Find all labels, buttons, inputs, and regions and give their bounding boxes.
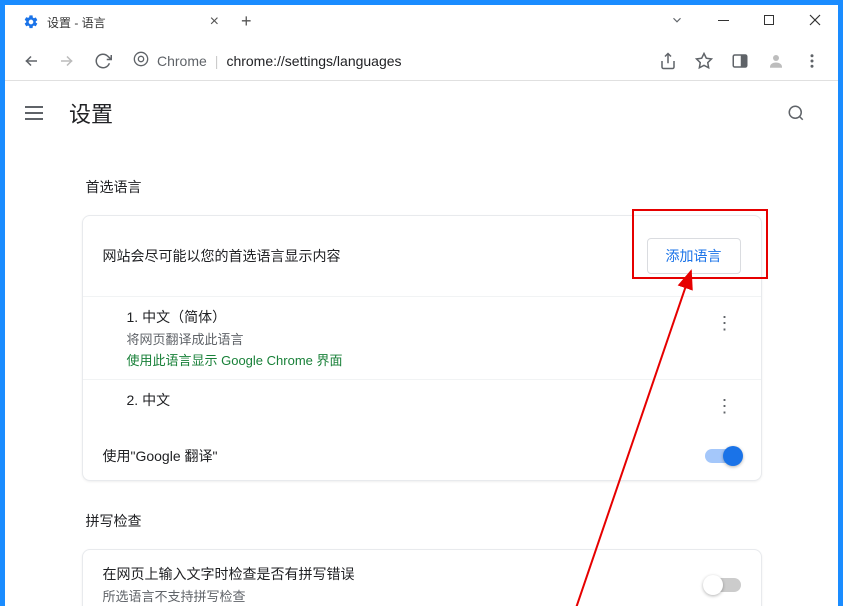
profile-icon[interactable] <box>760 45 792 77</box>
share-icon[interactable] <box>652 45 684 77</box>
page-title: 设置 <box>69 97 113 129</box>
side-panel-icon[interactable] <box>724 45 756 77</box>
section-spellcheck-title: 拼写检查 <box>86 511 762 531</box>
spellcheck-card: 在网页上输入文字时检查是否有拼写错误 所选语言不支持拼写检查 <box>82 549 762 606</box>
page-body: 首选语言 网站会尽可能以您的首选语言显示内容 添加语言 1. 中文（简体） 将网… <box>82 145 762 606</box>
minimize-button[interactable] <box>700 5 746 35</box>
search-icon[interactable] <box>780 97 812 129</box>
chrome-window: 设置 - 语言 × + <box>5 5 838 606</box>
language-item: 1. 中文（简体） 将网页翻译成此语言 使用此语言显示 Google Chrom… <box>83 297 761 380</box>
tab-strip: 设置 - 语言 × + <box>5 5 654 38</box>
preferred-desc-row: 网站会尽可能以您的首选语言显示内容 添加语言 <box>83 216 761 297</box>
address-bar[interactable]: Chrome | chrome://settings/languages <box>123 46 648 76</box>
tab-search-button[interactable] <box>654 5 700 35</box>
toggle-switch[interactable] <box>705 578 741 592</box>
menu-icon[interactable] <box>796 45 828 77</box>
spellcheck-row: 在网页上输入文字时检查是否有拼写错误 所选语言不支持拼写检查 <box>83 550 761 606</box>
google-translate-row: 使用"Google 翻译" <box>83 432 761 480</box>
section-preferred-title: 首选语言 <box>86 177 762 197</box>
spellcheck-desc: 在网页上输入文字时检查是否有拼写错误 <box>103 564 355 584</box>
browser-tab[interactable]: 设置 - 语言 × <box>11 6 231 38</box>
language-item: 2. 中文 ⋮ <box>83 380 761 432</box>
url-path: chrome://settings/languages <box>226 53 401 69</box>
language-list: 1. 中文（简体） 将网页翻译成此语言 使用此语言显示 Google Chrom… <box>83 297 761 432</box>
google-translate-label: 使用"Google 翻译" <box>103 446 218 466</box>
tab-title: 设置 - 语言 <box>47 14 202 31</box>
gear-icon <box>23 14 39 30</box>
preferred-languages-card: 网站会尽可能以您的首选语言显示内容 添加语言 1. 中文（简体） 将网页翻译成此… <box>82 215 762 481</box>
url-separator: | <box>215 53 219 69</box>
window-controls <box>654 5 838 35</box>
preferred-desc: 网站会尽可能以您的首选语言显示内容 <box>103 246 341 266</box>
back-button[interactable] <box>15 45 47 77</box>
kebab-icon[interactable]: ⋮ <box>709 307 741 339</box>
toggle-switch[interactable] <box>705 449 741 463</box>
toolbar: Chrome | chrome://settings/languages <box>5 41 838 81</box>
titlebar: 设置 - 语言 × + <box>5 5 838 41</box>
url-origin: Chrome <box>157 53 207 69</box>
maximize-button[interactable] <box>746 5 792 35</box>
language-sub: 将网页翻译成此语言 <box>127 329 709 348</box>
new-tab-button[interactable]: + <box>231 5 262 38</box>
settings-header: 设置 <box>5 81 838 145</box>
spellcheck-sub: 所选语言不支持拼写检查 <box>103 586 355 605</box>
hamburger-menu[interactable] <box>25 101 49 125</box>
window-close-button[interactable] <box>792 5 838 35</box>
bookmark-icon[interactable] <box>688 45 720 77</box>
forward-button[interactable] <box>51 45 83 77</box>
language-name: 2. 中文 <box>127 390 709 410</box>
content-area: 设置 首选语言 网站会尽可能以您的首选语言显示内容 添加语言 1. <box>5 81 838 606</box>
close-icon[interactable]: × <box>210 13 219 31</box>
add-language-button[interactable]: 添加语言 <box>647 238 741 274</box>
language-display-note: 使用此语言显示 Google Chrome 界面 <box>127 350 709 369</box>
reload-button[interactable] <box>87 45 119 77</box>
language-name: 1. 中文（简体） <box>127 307 709 327</box>
kebab-icon[interactable]: ⋮ <box>709 390 741 422</box>
site-info-icon[interactable] <box>133 51 149 70</box>
